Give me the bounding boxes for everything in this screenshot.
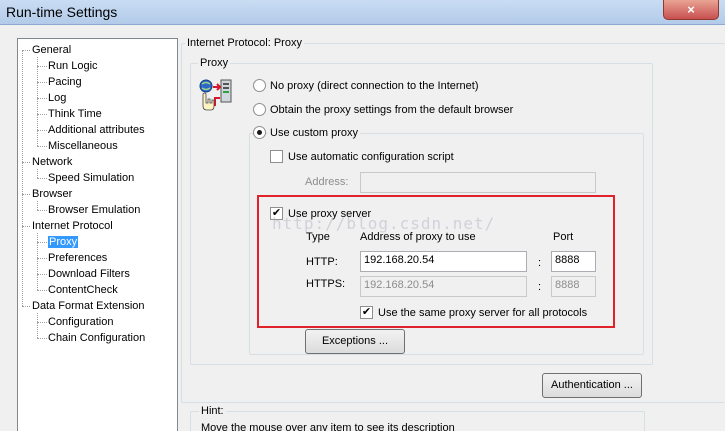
- proxy-group-title: Proxy: [198, 57, 231, 69]
- tree-branch-line: [37, 57, 38, 146]
- tree-item-label: Browser Emulation: [48, 204, 141, 216]
- use-custom-proxy-label[interactable]: Use custom proxy: [268, 127, 361, 139]
- tree-item-network[interactable]: Network: [32, 155, 72, 169]
- tree-item-general[interactable]: General: [32, 43, 71, 57]
- tree-connector: [37, 178, 47, 179]
- tree-item-label: Configuration: [48, 316, 114, 328]
- tree-item-internet-protocol[interactable]: Internet Protocol: [32, 219, 113, 233]
- tree-connector: [37, 274, 47, 275]
- tree-connector: [37, 82, 47, 83]
- proxy-settings-group-title: Internet Protocol: Proxy: [185, 37, 304, 49]
- tree-item-download-filters[interactable]: Download Filters: [48, 267, 130, 281]
- tree-item-miscellaneous[interactable]: Miscellaneous: [48, 139, 118, 153]
- title-bar: Run-time Settings ×: [0, 0, 725, 25]
- exceptions-button[interactable]: Exceptions ...: [305, 329, 405, 354]
- tree-item-label: Internet Protocol: [32, 220, 113, 232]
- address-label: Address:: [305, 176, 349, 188]
- tree-connector: [22, 162, 30, 163]
- highlight-box: [257, 195, 615, 328]
- tree-item-log[interactable]: Log: [48, 91, 66, 105]
- tree-branch-line: [37, 313, 38, 338]
- no-proxy-radio[interactable]: [253, 79, 266, 92]
- hint-title: Hint:: [199, 405, 226, 417]
- tree-item-data-format-extension[interactable]: Data Format Extension: [32, 299, 145, 313]
- tree-item-proxy[interactable]: Proxy: [48, 235, 79, 249]
- tree-connector: [37, 98, 47, 99]
- tree-item-contentcheck[interactable]: ContentCheck: [48, 283, 118, 297]
- tree-item-label: Data Format Extension: [32, 300, 145, 312]
- tree-connector: [22, 194, 30, 195]
- tree-item-run-logic[interactable]: Run Logic: [48, 59, 98, 73]
- tree-connector: [37, 146, 47, 147]
- tree-item-label: Run Logic: [48, 60, 98, 72]
- tree-item-label: Miscellaneous: [48, 140, 118, 152]
- auto-config-label[interactable]: Use automatic configuration script: [288, 151, 454, 163]
- tree-branch-line: [37, 233, 38, 290]
- tree-connector: [37, 290, 47, 291]
- tree-item-label: General: [32, 44, 72, 56]
- tree-connector: [37, 66, 47, 67]
- tree-item-pacing[interactable]: Pacing: [48, 75, 82, 89]
- window-title: Run-time Settings: [6, 4, 118, 20]
- tree-connector: [37, 258, 47, 259]
- hint-text: Move the mouse over any item to see its …: [201, 422, 455, 431]
- settings-tree[interactable]: General Run Logic Pacing Log Think Time Addit…: [17, 38, 178, 431]
- tree-item-chain-configuration[interactable]: Chain Configuration: [48, 331, 145, 345]
- tree-connector: [22, 50, 30, 51]
- tree-branch-line: [37, 201, 38, 210]
- tree-item-label: Chain Configuration: [48, 332, 146, 344]
- tree-connector: [37, 338, 47, 339]
- obtain-from-browser-label[interactable]: Obtain the proxy settings from the defau…: [270, 104, 513, 116]
- tree-item-label: Proxy: [48, 236, 79, 248]
- tree-item-preferences[interactable]: Preferences: [48, 251, 107, 265]
- tree-root-line: [22, 50, 23, 306]
- use-custom-proxy-radio[interactable]: [253, 126, 266, 139]
- tree-item-speed-simulation[interactable]: Speed Simulation: [48, 171, 134, 185]
- tree-connector: [37, 322, 47, 323]
- tree-connector: [37, 114, 47, 115]
- tree-item-label: Network: [32, 156, 73, 168]
- tree-connector: [37, 130, 47, 131]
- tree-connector: [22, 226, 30, 227]
- tree-item-additional-attributes[interactable]: Additional attributes: [48, 123, 145, 137]
- tree-connector: [37, 210, 47, 211]
- tree-item-label: Browser: [32, 188, 73, 200]
- tree-item-browser-emulation[interactable]: Browser Emulation: [48, 203, 140, 217]
- auto-config-checkbox[interactable]: [270, 150, 283, 163]
- no-proxy-label[interactable]: No proxy (direct connection to the Inter…: [270, 80, 479, 92]
- tree-connector: [22, 306, 30, 307]
- tree-item-label: ContentCheck: [48, 284, 118, 296]
- exceptions-button-label: Exceptions ...: [321, 335, 389, 347]
- tree-item-browser[interactable]: Browser: [32, 187, 72, 201]
- proxy-settings-icon: [199, 79, 232, 111]
- tree-item-label: Additional attributes: [48, 124, 145, 136]
- close-icon: ×: [687, 2, 695, 17]
- address-input[interactable]: [360, 172, 596, 193]
- tree-item-label: Preferences: [48, 252, 108, 264]
- tree-connector: [37, 242, 47, 243]
- close-button[interactable]: ×: [663, 0, 719, 20]
- tree-item-label: Download Filters: [48, 268, 130, 280]
- tree-item-configuration[interactable]: Configuration: [48, 315, 113, 329]
- obtain-from-browser-radio[interactable]: [253, 103, 266, 116]
- tree-item-label: Think Time: [48, 108, 102, 120]
- tree-item-label: Pacing: [48, 76, 82, 88]
- tree-branch-line: [37, 169, 38, 178]
- tree-item-label: Speed Simulation: [48, 172, 135, 184]
- tree-item-think-time[interactable]: Think Time: [48, 107, 102, 121]
- tree-item-label: Log: [48, 92, 67, 104]
- authentication-button-label: Authentication ...: [551, 379, 633, 391]
- authentication-button[interactable]: Authentication ...: [542, 373, 642, 398]
